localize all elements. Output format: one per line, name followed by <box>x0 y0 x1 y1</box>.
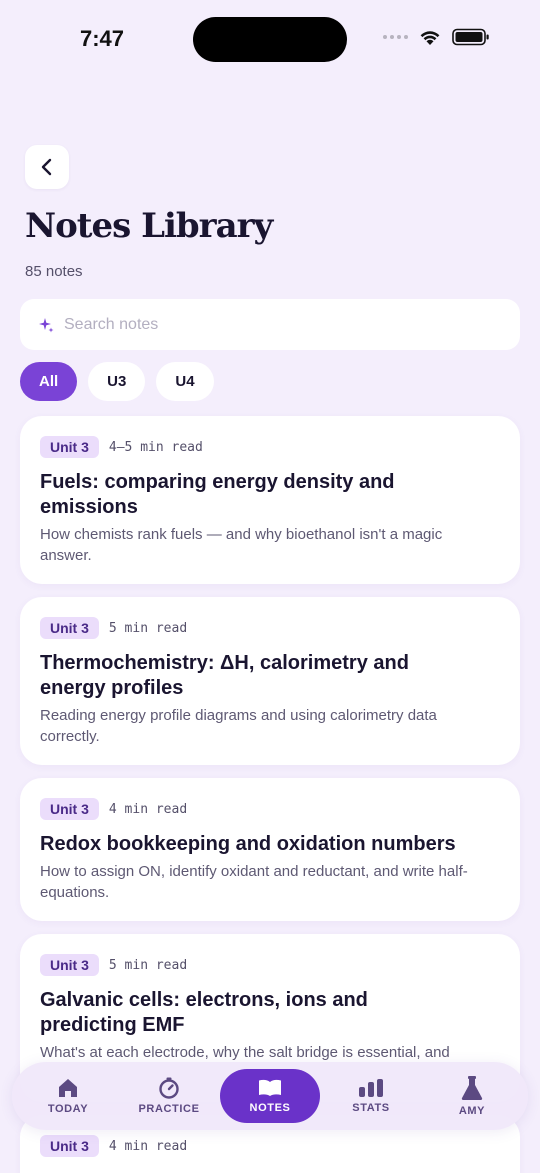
note-title: Galvanic cells: electrons, ions and pred… <box>40 989 368 1036</box>
unit-badge: Unit 3 <box>40 617 99 639</box>
read-time: 5 min read <box>108 957 188 973</box>
note-description: What's at each electrode, why the salt b… <box>40 1044 450 1061</box>
filter-chip-u4[interactable]: U4 <box>156 362 214 401</box>
note-title: Thermochemistry: ΔH, calorimetry and ene… <box>40 652 409 699</box>
search-input[interactable] <box>64 315 484 334</box>
tab-amy[interactable]: AMY <box>422 1069 522 1123</box>
tab-label: PRACTICE <box>138 1103 200 1115</box>
note-title: Fuels: comparing energy density and emis… <box>40 471 395 518</box>
tab-practice[interactable]: PRACTICE <box>119 1069 219 1123</box>
sparkle-icon <box>39 317 54 332</box>
note-description: Reading energy profile diagrams and usin… <box>40 707 437 745</box>
filter-chip-u3[interactable]: U3 <box>88 362 146 401</box>
note-card[interactable]: Unit 3 5 min read Thermochemistry: ΔH, c… <box>20 597 520 765</box>
read-time: 4–5 min read <box>108 439 203 455</box>
status-bar: 7:47 <box>0 0 540 80</box>
status-time: 7:47 <box>80 26 125 51</box>
filter-chip-all[interactable]: All <box>20 362 78 401</box>
status-icons <box>383 28 490 46</box>
cellular-signal-icon <box>383 35 408 39</box>
note-description: How chemists rank fuels — and why bioeth… <box>40 526 443 564</box>
note-card[interactable]: Unit 3 4 min read Redox bookkeeping and … <box>20 778 520 921</box>
dynamic-island <box>193 17 347 62</box>
unit-badge: Unit 3 <box>40 436 99 458</box>
read-time: 4 min read <box>108 1138 188 1154</box>
note-description: How to assign ON, identify oxidant and r… <box>40 863 468 901</box>
home-icon <box>59 1079 77 1097</box>
note-card[interactable]: Unit 3 4–5 min read Fuels: comparing ene… <box>20 416 520 584</box>
unit-badge: Unit 3 <box>40 798 99 820</box>
note-title: Redox bookkeeping and oxidation numbers <box>40 833 456 855</box>
page-title: Notes Library <box>25 206 273 246</box>
back-button[interactable] <box>25 145 69 189</box>
wifi-icon <box>420 31 440 45</box>
timer-icon <box>159 1077 179 1099</box>
tab-today[interactable]: TODAY <box>18 1069 118 1123</box>
chevron-left-icon <box>41 158 52 176</box>
tab-label: STATS <box>352 1102 390 1114</box>
bar-chart-icon <box>359 1079 383 1097</box>
tab-stats[interactable]: STATS <box>321 1069 421 1123</box>
tab-label: NOTES <box>249 1102 291 1114</box>
book-icon <box>259 1079 281 1096</box>
filter-chips: All U3 U4 <box>20 362 214 401</box>
battery-icon <box>452 28 489 46</box>
search-bar[interactable] <box>20 299 520 350</box>
read-time: 4 min read <box>108 801 188 817</box>
tab-notes[interactable]: NOTES <box>220 1069 320 1123</box>
note-count: 85 notes <box>25 263 83 280</box>
flask-icon <box>461 1076 483 1100</box>
read-time: 5 min read <box>108 620 188 636</box>
tab-label: AMY <box>458 1105 486 1117</box>
unit-badge: Unit 3 <box>40 1135 99 1157</box>
tab-bar: TODAY PRACTICE NOTES STATS AMY <box>12 1062 528 1130</box>
tab-label: TODAY <box>47 1103 89 1115</box>
unit-badge: Unit 3 <box>40 954 99 976</box>
